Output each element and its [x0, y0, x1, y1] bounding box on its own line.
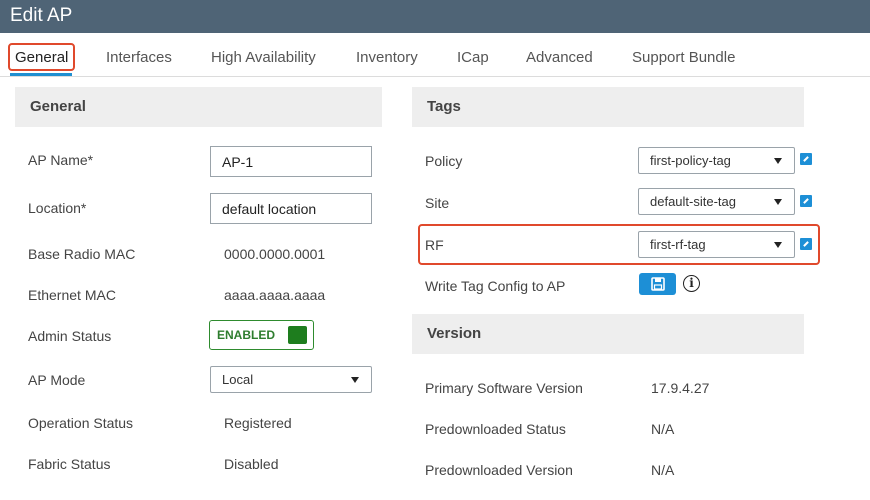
policy-label: Policy [425, 153, 463, 169]
tab-interfaces[interactable]: Interfaces [106, 49, 172, 66]
predownloaded-status-value: N/A [651, 421, 675, 437]
version-section-header: Version [412, 314, 804, 354]
ethernet-mac-label: Ethernet MAC [28, 287, 116, 303]
site-tag-select[interactable]: default-site-tag [638, 188, 795, 215]
primary-sw-value: 17.9.4.27 [651, 380, 710, 396]
ap-mode-value: Local [222, 372, 254, 387]
primary-sw-label: Primary Software Version [425, 380, 583, 396]
ap-name-input[interactable]: AP-1 [210, 146, 372, 177]
info-circle-icon[interactable]: i [683, 275, 700, 292]
location-label: Location* [28, 200, 87, 216]
chevron-down-icon [351, 377, 359, 383]
save-floppy-icon [651, 277, 665, 291]
ap-mode-label: AP Mode [28, 372, 86, 388]
site-label: Site [425, 195, 450, 211]
general-section-title: General [30, 98, 86, 115]
active-tab-indicator [10, 73, 72, 76]
tab-inventory[interactable]: Inventory [356, 49, 418, 66]
ap-mode-select[interactable]: Local [210, 366, 372, 393]
tab-general-label: General [15, 49, 69, 66]
rf-edit-icon[interactable] [800, 238, 812, 250]
policy-tag-value: first-policy-tag [650, 153, 731, 168]
tab-high-availability[interactable]: High Availability [211, 49, 316, 66]
general-section-header: General [15, 87, 382, 127]
version-section-title: Version [427, 325, 482, 342]
policy-tag-select[interactable]: first-policy-tag [638, 147, 795, 174]
title-bar: Edit AP [0, 0, 870, 33]
chevron-down-icon [774, 158, 782, 164]
base-radio-mac-label: Base Radio MAC [28, 246, 136, 262]
predownloaded-version-value: N/A [651, 462, 675, 478]
site-tag-value: default-site-tag [650, 194, 736, 209]
predownloaded-status-label: Predownloaded Status [425, 421, 566, 437]
write-tag-label: Write Tag Config to AP [425, 278, 566, 294]
rf-tag-value: first-rf-tag [650, 237, 706, 252]
tags-section-header: Tags [412, 87, 804, 127]
tags-section-title: Tags [427, 98, 461, 115]
site-edit-icon[interactable] [800, 195, 812, 207]
tab-bar: General Interfaces High Availability Inv… [0, 33, 870, 77]
operation-status-label: Operation Status [28, 415, 134, 431]
admin-status-value: ENABLED [217, 328, 276, 342]
ap-name-label: AP Name* [28, 152, 94, 168]
tab-general[interactable]: General [8, 43, 75, 71]
operation-status-value: Registered [224, 415, 292, 431]
fabric-status-label: Fabric Status [28, 456, 111, 472]
tab-support-bundle[interactable]: Support Bundle [632, 49, 735, 66]
tab-advanced[interactable]: Advanced [526, 49, 593, 66]
tab-icap[interactable]: ICap [457, 49, 489, 66]
predownloaded-version-label: Predownloaded Version [425, 462, 573, 478]
window-title: Edit AP [10, 5, 73, 26]
admin-status-label: Admin Status [28, 328, 112, 344]
fabric-status-value: Disabled [224, 456, 279, 472]
rf-tag-select[interactable]: first-rf-tag [638, 231, 795, 258]
chevron-down-icon [774, 242, 782, 248]
ethernet-mac-value: aaaa.aaaa.aaaa [224, 287, 326, 303]
chevron-down-icon [774, 199, 782, 205]
write-tag-save-button[interactable] [639, 273, 676, 295]
rf-label: RF [425, 237, 444, 253]
policy-edit-icon[interactable] [800, 153, 812, 165]
admin-status-toggle[interactable]: ENABLED [209, 320, 314, 350]
location-input[interactable]: default location [210, 193, 372, 224]
toggle-knob [288, 326, 307, 344]
base-radio-mac-value: 0000.0000.0001 [224, 246, 326, 262]
